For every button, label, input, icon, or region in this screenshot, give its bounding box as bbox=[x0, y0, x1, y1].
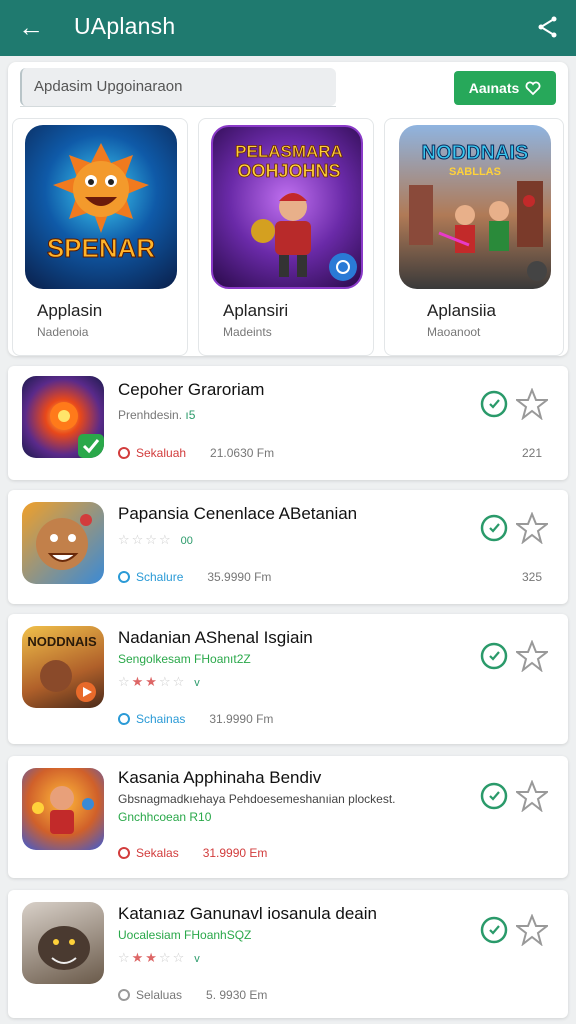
rating-stars: ☆☆☆☆ 00 bbox=[118, 532, 193, 547]
featured-panel: Apdasim Upgoinaraon Aaınats SPENAR Appla… bbox=[8, 62, 568, 356]
featured-app-art: NODDNAIS SABLLAS bbox=[399, 125, 551, 289]
app-title: Papansia Cenenlace ABetanian bbox=[118, 504, 358, 523]
list-item[interactable]: Katanıaz Ganunavl iosanula deain Uocales… bbox=[8, 890, 568, 1018]
status-badge: Selaluas 5. 9930 Em bbox=[118, 988, 267, 1002]
app-subtitle: Sengolkesam FHoanıt2Z bbox=[118, 652, 251, 666]
featured-app-card[interactable]: PELASMARA OOHJOHNS Aplansiri Madeints bbox=[198, 118, 374, 356]
featured-app-name: Applasin bbox=[37, 301, 103, 320]
featured-app-card[interactable]: NODDNAIS SABLLAS Aplansiia Maoanoot bbox=[384, 118, 564, 356]
app-bar: ← UAplansh bbox=[0, 0, 576, 56]
featured-app-name: Aplansiri bbox=[223, 301, 289, 320]
app-description: Gbsnagmadkıehaya Pehdoesemeshanıian ploc… bbox=[118, 792, 396, 806]
star-icon[interactable] bbox=[516, 388, 548, 420]
svg-text:NODDNAIS: NODDNAIS bbox=[27, 634, 97, 649]
app-icon bbox=[22, 502, 104, 584]
svg-text:OOHJOHNS: OOHJOHNS bbox=[237, 161, 340, 181]
app-title: Katanıaz Ganunavl iosanula deain bbox=[118, 904, 377, 923]
app-icon bbox=[22, 376, 104, 458]
page-title: UAplansh bbox=[74, 13, 176, 39]
status-badge: Sekaluah 21.0630 Fm bbox=[118, 446, 274, 460]
list-item[interactable]: NODDNAIS Nadanian AShenal Isgiain Sengol… bbox=[8, 614, 568, 744]
svg-text:SPENAR: SPENAR bbox=[47, 233, 156, 263]
count-label: 221 bbox=[521, 446, 542, 460]
status-badge: Sekalas 31.9990 Em bbox=[118, 846, 267, 860]
featured-app-subtitle: Maoanoot bbox=[427, 325, 481, 339]
search-placeholder: Apdasim Upgoinaraon bbox=[34, 78, 183, 95]
check-circle-icon[interactable] bbox=[480, 514, 508, 542]
featured-app-card[interactable]: SPENAR Applasin Nadenoia bbox=[12, 118, 188, 356]
featured-app-name: Aplansiia bbox=[427, 301, 496, 320]
app-subtitle: Gnchhcoean R10 bbox=[118, 810, 212, 824]
featured-app-subtitle: Nadenoia bbox=[37, 325, 89, 339]
list-item[interactable]: Cepoher Graroriam Prenhdesin. ı5 Sekalua… bbox=[8, 366, 568, 480]
check-circle-icon[interactable] bbox=[480, 782, 508, 810]
star-icon[interactable] bbox=[516, 780, 548, 812]
star-icon[interactable] bbox=[516, 512, 548, 544]
app-subtitle: Prenhdesin. ı5 bbox=[118, 408, 196, 422]
featured-app-art: SPENAR bbox=[25, 125, 177, 289]
check-circle-icon[interactable] bbox=[480, 390, 508, 418]
rating-stars: ☆★★☆☆ v bbox=[118, 674, 200, 689]
app-title: Cepoher Graroriam bbox=[118, 380, 265, 399]
list-item[interactable]: Kasania Apphinaha Bendiv Gbsnagmadkıehay… bbox=[8, 756, 568, 878]
action-button-label: Aaınats bbox=[468, 80, 520, 96]
check-circle-icon[interactable] bbox=[480, 916, 508, 944]
svg-text:SABLLAS: SABLLAS bbox=[449, 166, 501, 178]
svg-text:NODDNAIS: NODDNAIS bbox=[422, 142, 529, 164]
star-icon[interactable] bbox=[516, 640, 548, 672]
app-icon: NODDNAIS bbox=[22, 626, 104, 708]
list-item[interactable]: Papansia Cenenlace ABetanian ☆☆☆☆ 00 Scha… bbox=[8, 490, 568, 604]
rating-stars: ☆★★☆☆ v bbox=[118, 950, 200, 965]
featured-app-art: PELASMARA OOHJOHNS bbox=[211, 125, 363, 289]
arrow-left-icon[interactable]: ← bbox=[18, 12, 48, 42]
share-network-icon[interactable] bbox=[534, 14, 560, 40]
app-icon bbox=[22, 902, 104, 984]
svg-text:PELASMARA: PELASMARA bbox=[235, 142, 343, 161]
status-badge: Schainas 31.9990 Fm bbox=[118, 712, 273, 726]
app-title: Kasania Apphinaha Bendiv bbox=[118, 768, 322, 787]
featured-app-subtitle: Madeints bbox=[223, 325, 272, 339]
search-input[interactable]: Apdasim Upgoinaraon bbox=[20, 68, 336, 106]
app-title: Nadanian AShenal Isgiain bbox=[118, 628, 313, 647]
count-label: 325 bbox=[521, 570, 542, 584]
status-badge: Schalure 35.9990 Fm bbox=[118, 570, 271, 584]
divider bbox=[20, 106, 336, 107]
star-icon[interactable] bbox=[516, 914, 548, 946]
app-icon bbox=[22, 768, 104, 850]
app-subtitle: Uocalesiam FHoanhSQZ bbox=[118, 928, 252, 942]
check-circle-icon[interactable] bbox=[480, 642, 508, 670]
action-button[interactable]: Aaınats bbox=[454, 71, 556, 105]
heart-icon bbox=[525, 81, 541, 96]
